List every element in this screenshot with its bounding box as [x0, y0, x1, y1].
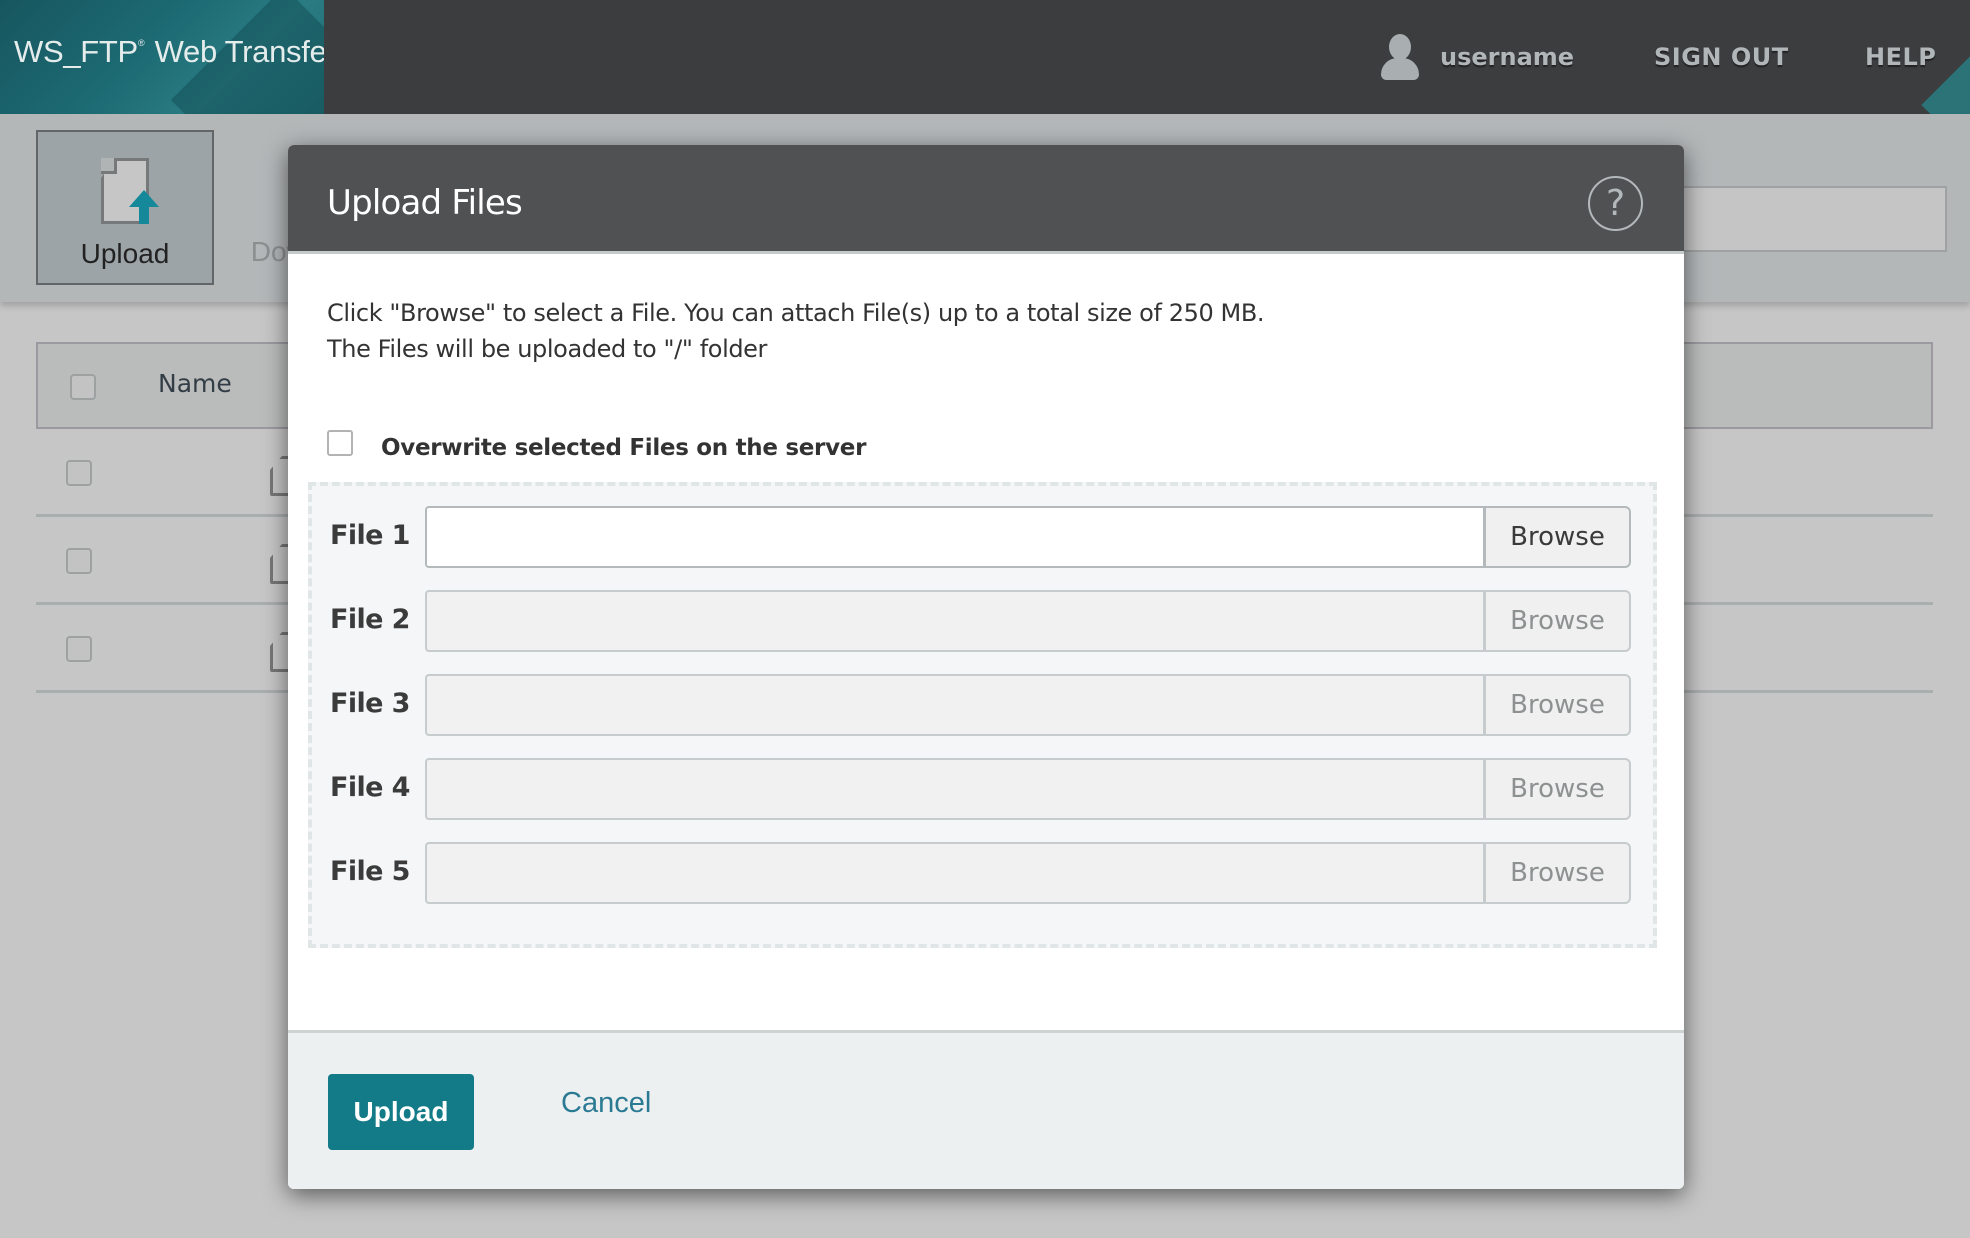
- file-5-browse-button: Browse: [1485, 842, 1631, 904]
- file-row-1: File 1 Browse: [330, 506, 1640, 568]
- user-icon: [1378, 32, 1420, 82]
- toolbar-upload-label: Upload: [80, 238, 170, 269]
- select-all-checkbox[interactable]: [70, 374, 96, 400]
- file-3-browse-button: Browse: [1485, 674, 1631, 736]
- app-logo: WS_FTP® Web Transfer: [0, 0, 324, 114]
- row-checkbox[interactable]: [66, 636, 92, 662]
- file-4-label: File 4: [330, 772, 410, 803]
- file-1-input[interactable]: [425, 506, 1485, 568]
- file-3-label: File 3: [330, 688, 410, 719]
- file-1-label: File 1: [330, 520, 410, 551]
- file-4-browse-button: Browse: [1485, 758, 1631, 820]
- row-checkbox[interactable]: [66, 460, 92, 486]
- row-checkbox[interactable]: [66, 548, 92, 574]
- dialog-header: Upload Files ?: [288, 145, 1684, 254]
- description-line-1: Click "Browse" to select a File. You can…: [327, 299, 1265, 327]
- file-5-label: File 5: [330, 856, 410, 887]
- upload-file-icon: [97, 154, 159, 228]
- file-2-browse-button: Browse: [1485, 590, 1631, 652]
- toolbar-upload-button[interactable]: Upload: [36, 130, 214, 285]
- search-input[interactable]: [1660, 186, 1947, 252]
- file-row-3: File 3 Browse: [330, 674, 1640, 736]
- overwrite-option[interactable]: Overwrite selected Files on the server: [327, 425, 866, 461]
- arrow-up-icon: [129, 190, 161, 230]
- overwrite-checkbox[interactable]: [327, 430, 353, 456]
- app-title: WS_FTP® Web Transfer: [14, 34, 324, 70]
- dialog-title: Upload Files: [327, 183, 523, 223]
- file-5-input: [425, 842, 1485, 904]
- top-bar: WS_FTP® Web Transfer username SIGN OUT H…: [0, 0, 1970, 114]
- file-row-5: File 5 Browse: [330, 842, 1640, 904]
- file-3-input: [425, 674, 1485, 736]
- upload-files-dialog: Upload Files ? Click "Browse" to select …: [288, 145, 1684, 1189]
- column-header-name[interactable]: Name: [158, 369, 232, 398]
- help-question-icon[interactable]: ?: [1588, 176, 1643, 231]
- app-title-main: WS_FTP: [14, 34, 138, 69]
- description-line-2: The Files will be uploaded to "/" folder: [327, 335, 768, 363]
- app-title-suffix: Web Transfer: [154, 34, 324, 69]
- file-row-4: File 4 Browse: [330, 758, 1640, 820]
- file-drop-zone[interactable]: File 1 Browse File 2 Browse File 3 Brows…: [308, 482, 1657, 948]
- dialog-footer: Upload Cancel: [288, 1030, 1684, 1189]
- corner-decoration: [1910, 50, 1970, 114]
- file-1-browse-button[interactable]: Browse: [1485, 506, 1631, 568]
- cancel-button[interactable]: Cancel: [561, 1087, 651, 1120]
- dialog-description: Click "Browse" to select a File. You can…: [327, 295, 1265, 367]
- upload-button[interactable]: Upload: [328, 1074, 474, 1150]
- sign-out-link[interactable]: SIGN OUT: [1654, 43, 1789, 71]
- file-4-input: [425, 758, 1485, 820]
- file-row-2: File 2 Browse: [330, 590, 1640, 652]
- user-menu[interactable]: username: [1378, 30, 1574, 84]
- overwrite-label[interactable]: Overwrite selected Files on the server: [381, 435, 866, 461]
- registered-mark: ®: [137, 38, 145, 48]
- username-label[interactable]: username: [1440, 43, 1574, 71]
- file-2-label: File 2: [330, 604, 410, 635]
- file-2-input: [425, 590, 1485, 652]
